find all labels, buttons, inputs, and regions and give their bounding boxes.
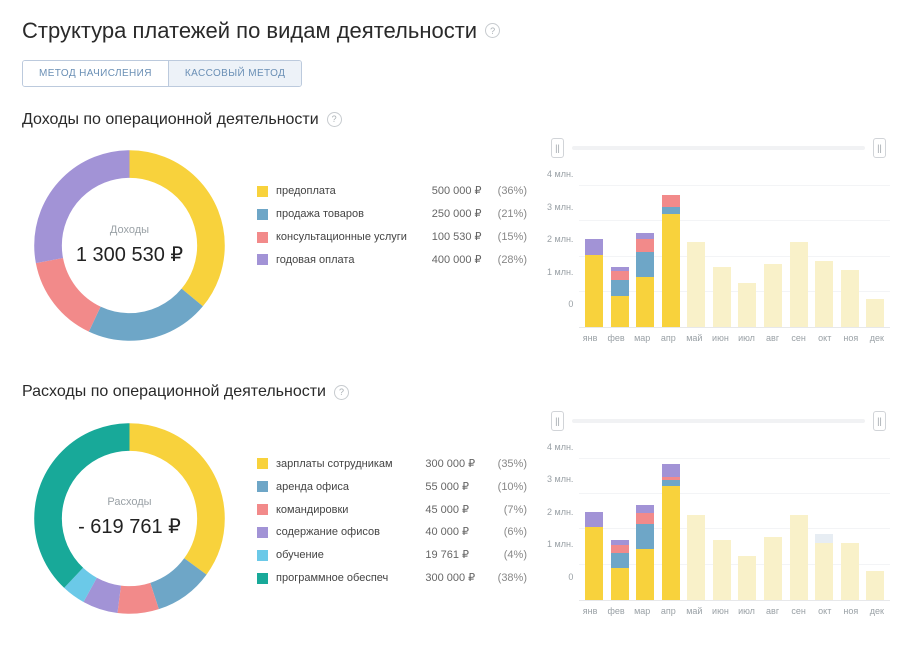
x-tick: ноя <box>838 605 864 617</box>
bar-col[interactable] <box>735 283 761 327</box>
legend-item[interactable]: предоплата500 000 ₽(36%) <box>257 180 527 203</box>
x-tick: июн <box>707 332 733 344</box>
legend-item[interactable]: аренда офиса55 000 ₽(10%) <box>257 476 527 499</box>
tab-accrual[interactable]: МЕТОД НАЧИСЛЕНИЯ <box>23 61 168 86</box>
expense-section: Расходы по операционной деятельности ? Р… <box>22 381 890 626</box>
y-tick: 3 млн. <box>547 201 573 213</box>
x-tick: мар <box>629 332 655 344</box>
slider-handle-left[interactable]: || <box>551 411 564 431</box>
income-bar-chart[interactable]: 4 млн. 3 млн. 2 млн. 1 млн. 0 <box>547 168 890 328</box>
y-tick: 0 <box>568 298 573 310</box>
legend-item[interactable]: продажа товаров250 000 ₽(21%) <box>257 203 527 226</box>
help-icon[interactable]: ? <box>485 23 500 38</box>
y-tick: 1 млн. <box>547 266 573 278</box>
x-tick: янв <box>577 605 603 617</box>
x-tick: июл <box>733 332 759 344</box>
x-tick: июл <box>733 605 759 617</box>
bar-col[interactable] <box>862 299 888 327</box>
bar-col[interactable] <box>811 534 837 600</box>
x-tick: июн <box>707 605 733 617</box>
bar-col[interactable] <box>811 261 837 327</box>
income-donut[interactable]: Доходы 1 300 530 ₽ <box>22 138 237 353</box>
expense-title: Расходы по операционной деятельности <box>22 381 326 403</box>
slider-handle-right[interactable]: || <box>873 411 886 431</box>
x-tick: сен <box>786 605 812 617</box>
x-tick: дек <box>864 605 890 617</box>
x-tick: фев <box>603 332 629 344</box>
bar-col[interactable] <box>684 515 710 600</box>
bar-col[interactable] <box>837 270 863 327</box>
bar-col[interactable] <box>760 537 786 600</box>
y-tick: 4 млн. <box>547 441 573 453</box>
bar-col[interactable] <box>735 556 761 600</box>
legend-item[interactable]: годовая оплата400 000 ₽(28%) <box>257 249 527 272</box>
bar-col[interactable] <box>581 512 607 600</box>
income-legend: предоплата500 000 ₽(36%)продажа товаров2… <box>257 138 527 271</box>
bar-col[interactable] <box>581 239 607 327</box>
bar-col[interactable] <box>684 242 710 327</box>
method-segmented: МЕТОД НАЧИСЛЕНИЯ КАССОВЫЙ МЕТОД <box>22 60 302 87</box>
bar-col[interactable] <box>607 267 633 327</box>
x-tick: фев <box>603 605 629 617</box>
tab-cash[interactable]: КАССОВЫЙ МЕТОД <box>168 61 301 86</box>
x-tick: сен <box>786 332 812 344</box>
x-tick: окт <box>812 332 838 344</box>
bar-col[interactable] <box>786 515 812 600</box>
slider-handle-right[interactable]: || <box>873 138 886 158</box>
income-section: Доходы по операционной деятельности ? До… <box>22 109 890 354</box>
x-tick: апр <box>655 605 681 617</box>
legend-item[interactable]: содержание офисов40 000 ₽(6%) <box>257 521 527 544</box>
bar-col[interactable] <box>837 543 863 600</box>
bar-col[interactable] <box>786 242 812 327</box>
y-tick: 2 млн. <box>547 233 573 245</box>
bar-col[interactable] <box>760 264 786 327</box>
legend-item[interactable]: обучение19 761 ₽(4%) <box>257 544 527 567</box>
slider-handle-left[interactable]: || <box>551 138 564 158</box>
page-title: Структура платежей по видам деятельности <box>22 16 477 46</box>
expense-donut[interactable]: Расходы - 619 761 ₽ <box>22 411 237 626</box>
x-tick: авг <box>760 332 786 344</box>
y-tick: 2 млн. <box>547 506 573 518</box>
x-tick: янв <box>577 332 603 344</box>
range-slider[interactable]: || || <box>551 411 886 431</box>
x-tick: апр <box>655 332 681 344</box>
bar-col[interactable] <box>658 464 684 600</box>
help-icon[interactable]: ? <box>334 385 349 400</box>
legend-item[interactable]: командировки45 000 ₽(7%) <box>257 499 527 522</box>
bar-col[interactable] <box>633 233 659 328</box>
range-slider[interactable]: || || <box>551 138 886 158</box>
x-tick: мар <box>629 605 655 617</box>
x-tick: май <box>681 332 707 344</box>
y-tick: 0 <box>568 571 573 583</box>
income-title: Доходы по операционной деятельности <box>22 109 319 131</box>
expense-bar-chart[interactable]: 4 млн. 3 млн. 2 млн. 1 млн. 0 <box>547 441 890 601</box>
bar-col[interactable] <box>709 540 735 600</box>
x-tick: окт <box>812 605 838 617</box>
x-tick: ноя <box>838 332 864 344</box>
help-icon[interactable]: ? <box>327 112 342 127</box>
y-tick: 1 млн. <box>547 538 573 550</box>
legend-item[interactable]: зарплаты сотрудникам300 000 ₽(35%) <box>257 453 527 476</box>
y-tick: 4 млн. <box>547 168 573 180</box>
x-tick: май <box>681 605 707 617</box>
x-tick: дек <box>864 332 890 344</box>
bar-col[interactable] <box>862 571 888 599</box>
bar-col[interactable] <box>633 505 659 600</box>
bar-col[interactable] <box>709 267 735 327</box>
bar-col[interactable] <box>607 540 633 600</box>
bar-col[interactable] <box>658 195 684 328</box>
legend-item[interactable]: консультационные услуги100 530 ₽(15%) <box>257 226 527 249</box>
x-tick: авг <box>760 605 786 617</box>
expense-legend: зарплаты сотрудникам300 000 ₽(35%)аренда… <box>257 411 527 590</box>
legend-item[interactable]: программное обеспеч300 000 ₽(38%) <box>257 567 527 590</box>
y-tick: 3 млн. <box>547 473 573 485</box>
